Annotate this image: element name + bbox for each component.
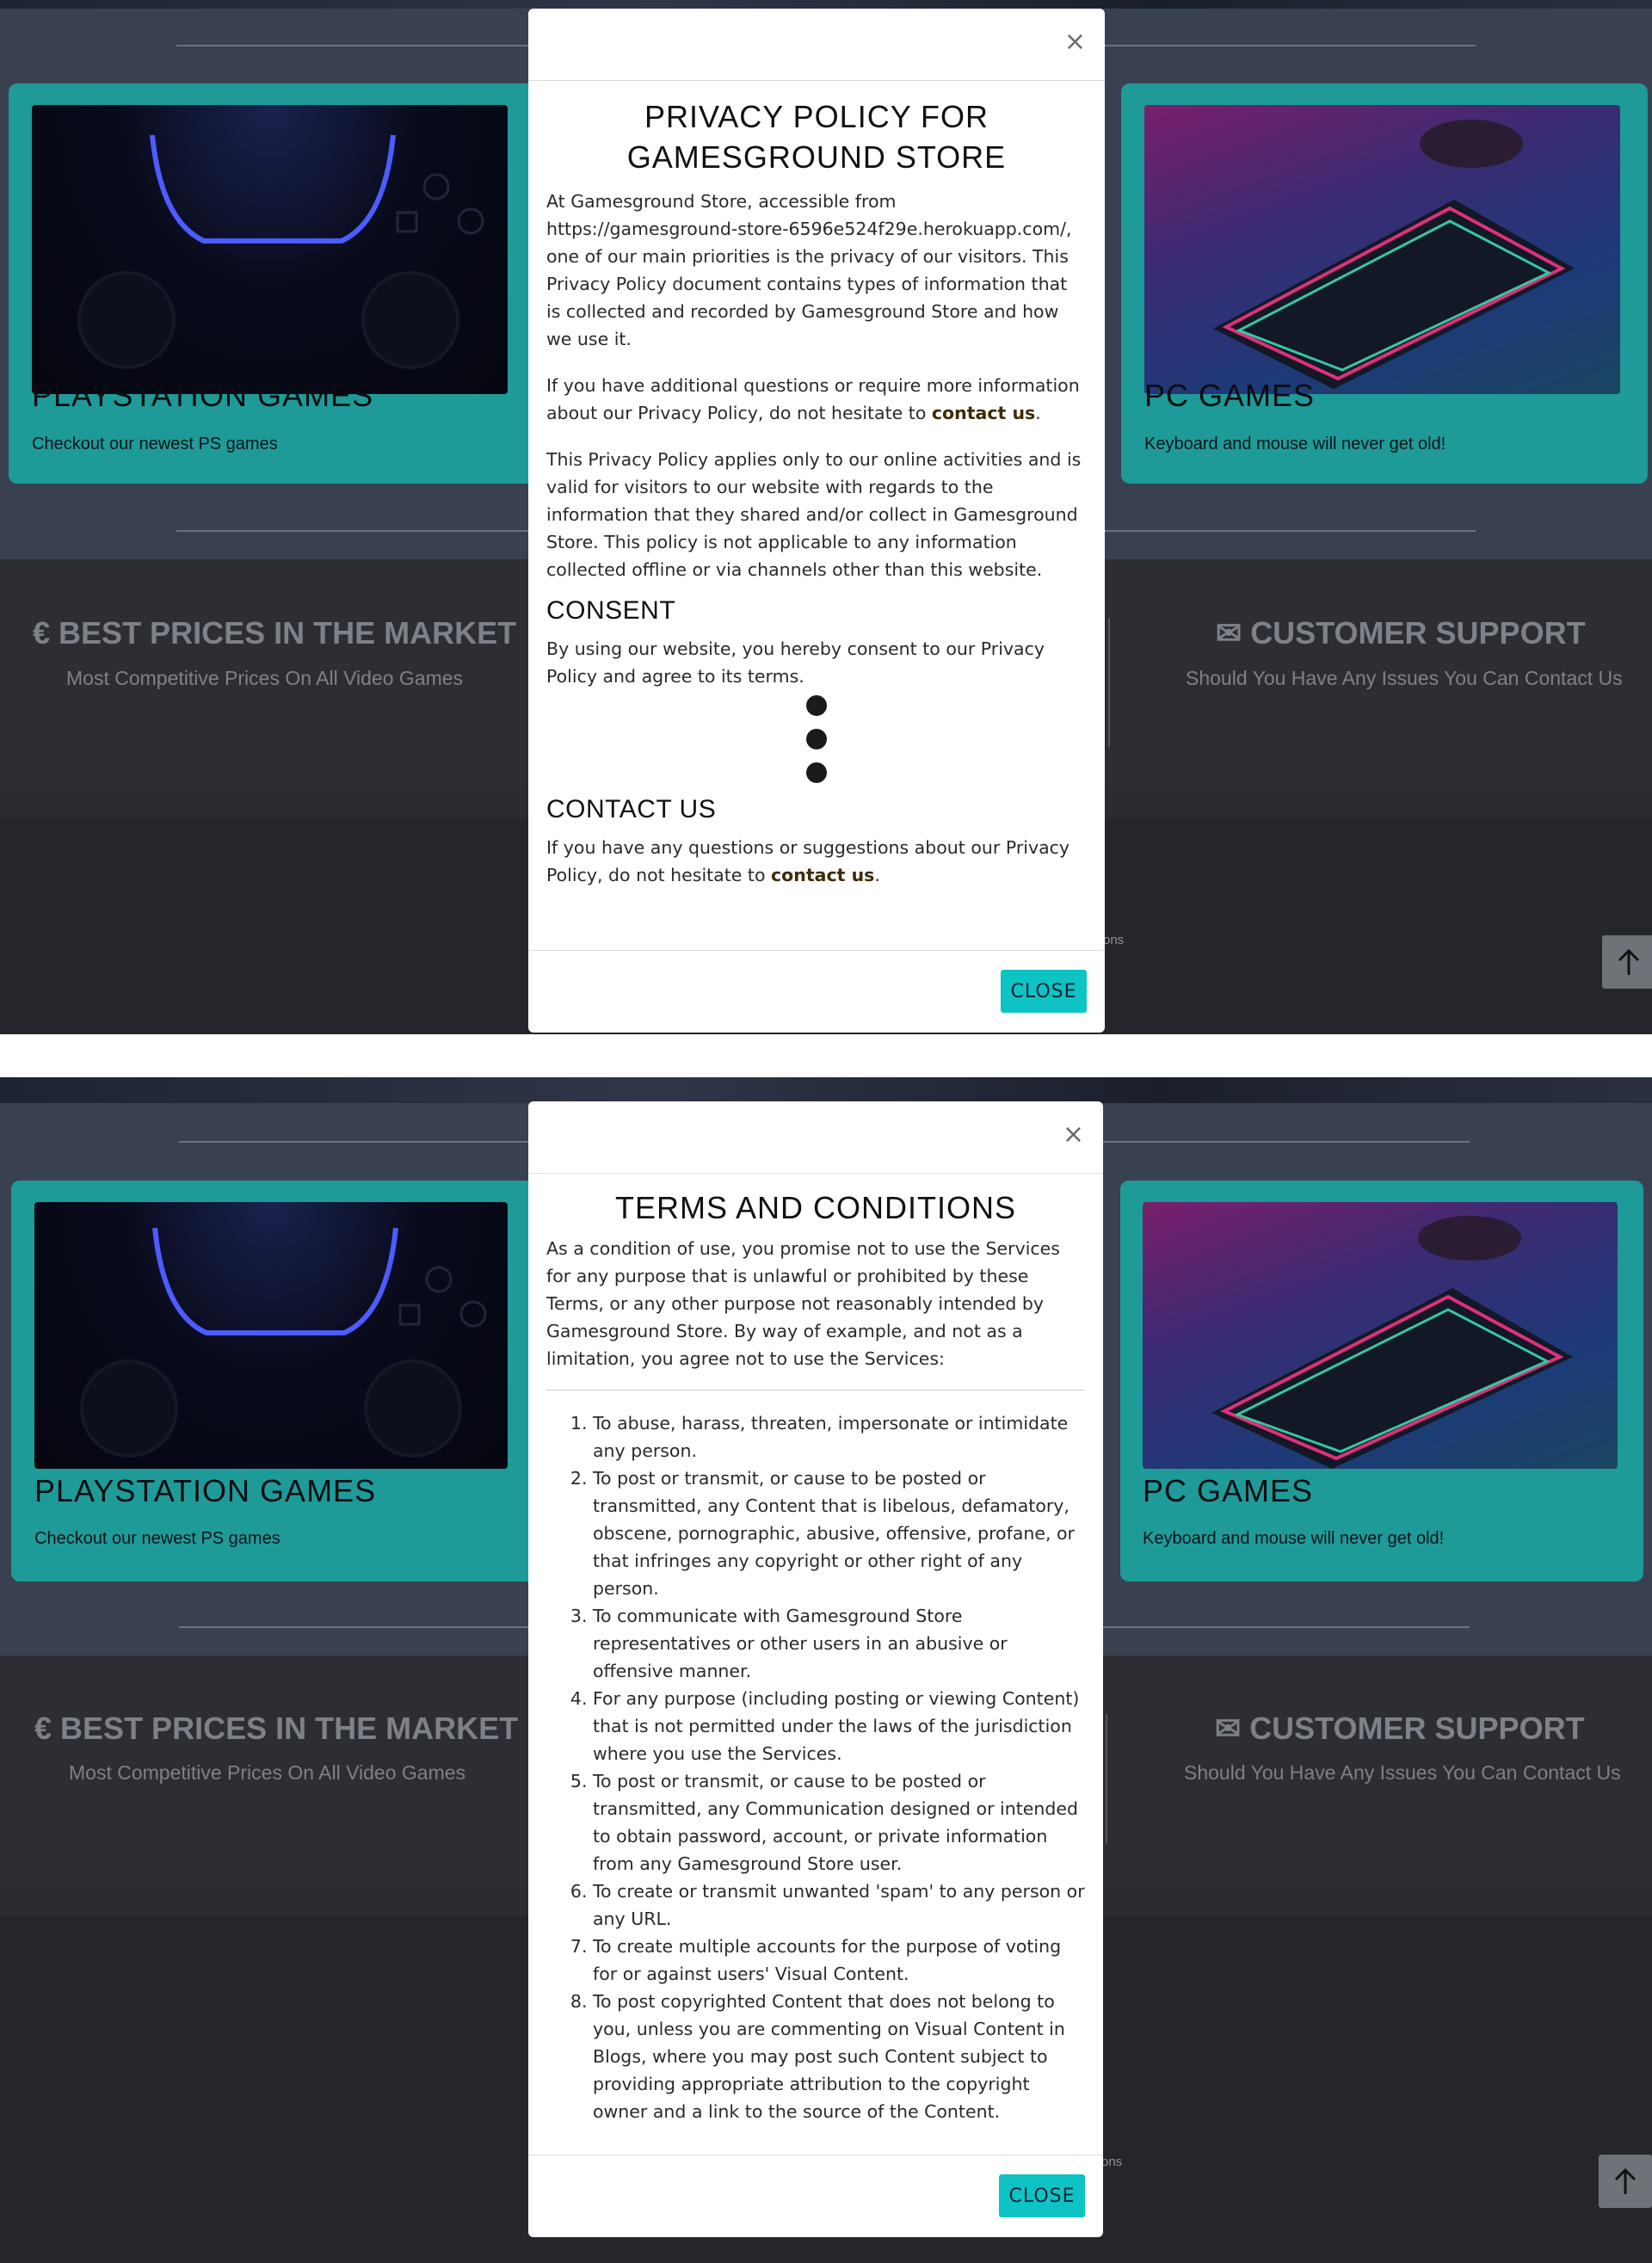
close-button[interactable]: CLOSE <box>1001 970 1087 1013</box>
card-title: PC GAMES <box>1144 378 1316 413</box>
feature-subtitle-prices: Most Competitive Prices On All Video Gam… <box>66 667 464 689</box>
footer-text-fragment: ons <box>1101 2155 1123 2169</box>
terms-and-conditions-modal: × TERMS AND CONDITIONS As a condition of… <box>528 1101 1103 2237</box>
consent-text: By using our website, you hereby consent… <box>546 638 1045 687</box>
playstation-games-card[interactable]: PLAYSTATION GAMES Checkout our newest PS… <box>9 83 542 484</box>
terms-screenshot-panel: PLAYSTATION GAMES Checkout our newest PS… <box>0 1077 1652 2263</box>
feature-title-support: ✉ CUSTOMER SUPPORT <box>1216 615 1586 651</box>
modal-body: PRIVACY POLICY FOR GAMESGROUND STORE At … <box>546 96 1087 889</box>
contact-us-link[interactable]: contact us <box>771 865 874 885</box>
list-item: To post or transmit, or cause to be post… <box>593 1767 1085 1878</box>
terms-intro: As a condition of use, you promise not t… <box>546 1238 1060 1369</box>
modal-header: × <box>528 9 1105 81</box>
feature-divider <box>1106 1714 1107 1843</box>
contact-us-link[interactable]: contact us <box>932 403 1035 423</box>
envelope-icon: ✉ <box>1216 615 1242 651</box>
list-item: To create or transmit unwanted 'spam' to… <box>593 1878 1085 1933</box>
keyboard-image <box>1144 105 1620 394</box>
close-button[interactable]: CLOSE <box>999 2174 1085 2217</box>
contact-text: If you have any questions or suggestions… <box>546 837 1070 885</box>
consent-heading: CONSENT <box>546 596 676 625</box>
feature-subtitle-prices: Most Competitive Prices On All Video Gam… <box>69 1761 466 1784</box>
ellipsis-dots <box>806 695 827 783</box>
modal-title: PRIVACY POLICY FOR GAMESGROUND STORE <box>626 99 1007 175</box>
modal-footer: CLOSE <box>528 2155 1103 2237</box>
envelope-icon: ✉ <box>1215 1711 1242 1746</box>
footer-text-fragment: ons <box>1103 933 1125 947</box>
euro-icon: € <box>34 1711 52 1746</box>
arrow-up-icon <box>1618 948 1640 975</box>
feature-divider <box>1108 618 1110 747</box>
modal-body: TERMS AND CONDITIONS As a condition of u… <box>546 1187 1085 2125</box>
feature-title-prices: € BEST PRICES IN THE MARKET <box>33 615 517 651</box>
keyboard-image <box>1143 1202 1618 1469</box>
scroll-to-top-button[interactable] <box>1599 2155 1652 2208</box>
list-item: To post or transmit, or cause to be post… <box>593 1464 1085 1602</box>
pc-games-card[interactable]: PC GAMES Keyboard and mouse will never g… <box>1120 1181 1643 1582</box>
privacy-scope: This Privacy Policy applies only to our … <box>546 449 1082 580</box>
close-icon[interactable]: × <box>1064 29 1086 55</box>
contact-heading: CONTACT US <box>546 795 717 823</box>
privacy-questions: If you have additional questions or requ… <box>546 375 1080 423</box>
pc-games-card[interactable]: PC GAMES Keyboard and mouse will never g… <box>1121 83 1648 484</box>
feature-subtitle-support: Should You Have Any Issues You Can Conta… <box>1184 1761 1621 1784</box>
card-subtitle: Checkout our newest PS games <box>32 435 278 453</box>
scroll-to-top-button[interactable] <box>1602 935 1652 989</box>
arrow-up-icon <box>1614 2167 1637 2194</box>
hero-background-strip <box>0 1077 1652 1103</box>
playstation-controller-image <box>34 1202 508 1469</box>
modal-header: × <box>528 1101 1103 1174</box>
feature-title-prices: € BEST PRICES IN THE MARKET <box>34 1711 519 1746</box>
euro-icon: € <box>33 615 51 651</box>
feature-title-support: ✉ CUSTOMER SUPPORT <box>1215 1711 1585 1746</box>
list-item: For any purpose (including posting or vi… <box>593 1685 1085 1767</box>
close-icon[interactable]: × <box>1063 1122 1084 1148</box>
list-item: To communicate with Gamesground Store re… <box>593 1602 1085 1685</box>
card-title: PC GAMES <box>1143 1473 1314 1508</box>
card-title: PLAYSTATION GAMES <box>32 378 374 413</box>
card-subtitle: Checkout our newest PS games <box>34 1529 280 1548</box>
privacy-screenshot-panel: PLAYSTATION GAMES Checkout our newest PS… <box>0 0 1652 1034</box>
playstation-controller-image <box>32 105 508 394</box>
feature-subtitle-support: Should You Have Any Issues You Can Conta… <box>1186 667 1623 689</box>
card-subtitle: Keyboard and mouse will never get old! <box>1143 1529 1445 1548</box>
terms-list: To abuse, harass, threaten, impersonate … <box>546 1409 1085 2125</box>
list-item: To create multiple accounts for the purp… <box>593 1933 1085 1988</box>
card-title: PLAYSTATION GAMES <box>34 1473 377 1508</box>
list-item: To abuse, harass, threaten, impersonate … <box>593 1409 1085 1464</box>
card-subtitle: Keyboard and mouse will never get old! <box>1144 435 1446 453</box>
playstation-games-card[interactable]: PLAYSTATION GAMES Checkout our newest PS… <box>11 1181 545 1582</box>
privacy-policy-modal: × PRIVACY POLICY FOR GAMESGROUND STORE A… <box>528 9 1105 1033</box>
privacy-intro: At Gamesground Store, accessible from ht… <box>546 191 1072 349</box>
modal-title: TERMS AND CONDITIONS <box>614 1190 1017 1225</box>
list-item: To post copyrighted Content that does no… <box>593 1988 1085 2125</box>
modal-footer: CLOSE <box>528 950 1105 1033</box>
